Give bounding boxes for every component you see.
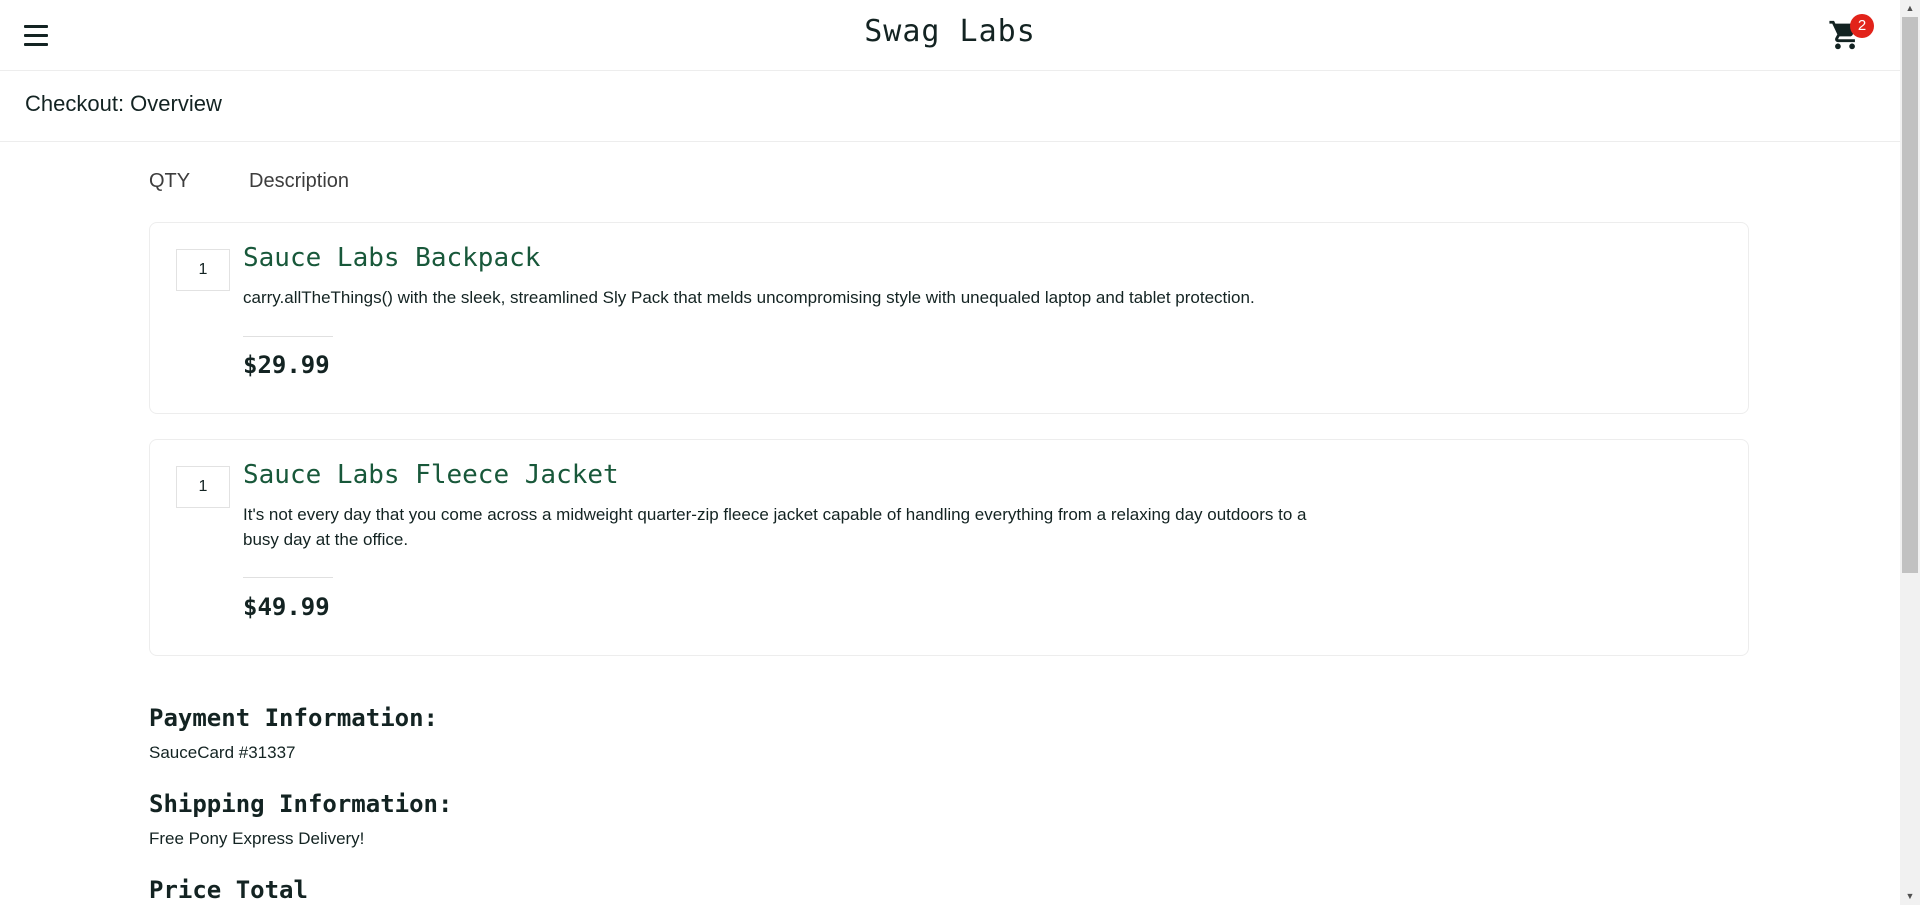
scroll-up-arrow-icon[interactable]: ▲ <box>1900 0 1920 17</box>
cart-badge[interactable]: 2 <box>1850 14 1874 38</box>
qty-column-header: QTY <box>149 170 191 192</box>
item-description: carry.allTheThings() with the sleek, str… <box>243 288 1255 307</box>
scrollbar-thumb[interactable] <box>1902 17 1918 573</box>
page-title: Checkout: Overview <box>25 91 222 116</box>
item-price: $29.99 <box>243 351 330 379</box>
item-quantity: 1 <box>176 466 230 508</box>
scroll-down-arrow-icon[interactable]: ▼ <box>1900 888 1920 905</box>
item-divider <box>243 577 333 578</box>
app-logo: Swag Labs <box>864 14 1036 49</box>
page-scrollbar[interactable]: ▲ ▼ <box>1900 0 1920 905</box>
item-quantity: 1 <box>176 249 230 291</box>
cart-item: 1 Sauce Labs Backpack carry.allTheThings… <box>149 222 1749 414</box>
description-column-header: Description <box>249 170 350 192</box>
cart-item: 1 Sauce Labs Fleece Jacket It's not ever… <box>149 439 1749 656</box>
item-name-link[interactable]: Sauce Labs Backpack <box>243 243 540 273</box>
item-price: $49.99 <box>243 593 330 621</box>
shipping-info-label: Shipping Information: <box>149 790 453 818</box>
item-description: It's not every day that you come across … <box>243 505 1307 549</box>
price-total-label: Price Total <box>149 876 308 904</box>
secondary-header: Checkout: Overview <box>0 71 1900 142</box>
payment-info-value: SauceCard #31337 <box>149 743 296 762</box>
shipping-info-value: Free Pony Express Delivery! <box>149 829 365 848</box>
primary-header: Swag Labs 2 <box>0 0 1900 71</box>
item-divider <box>243 336 333 337</box>
item-name-link[interactable]: Sauce Labs Fleece Jacket <box>243 460 619 490</box>
payment-info-label: Payment Information: <box>149 704 438 732</box>
